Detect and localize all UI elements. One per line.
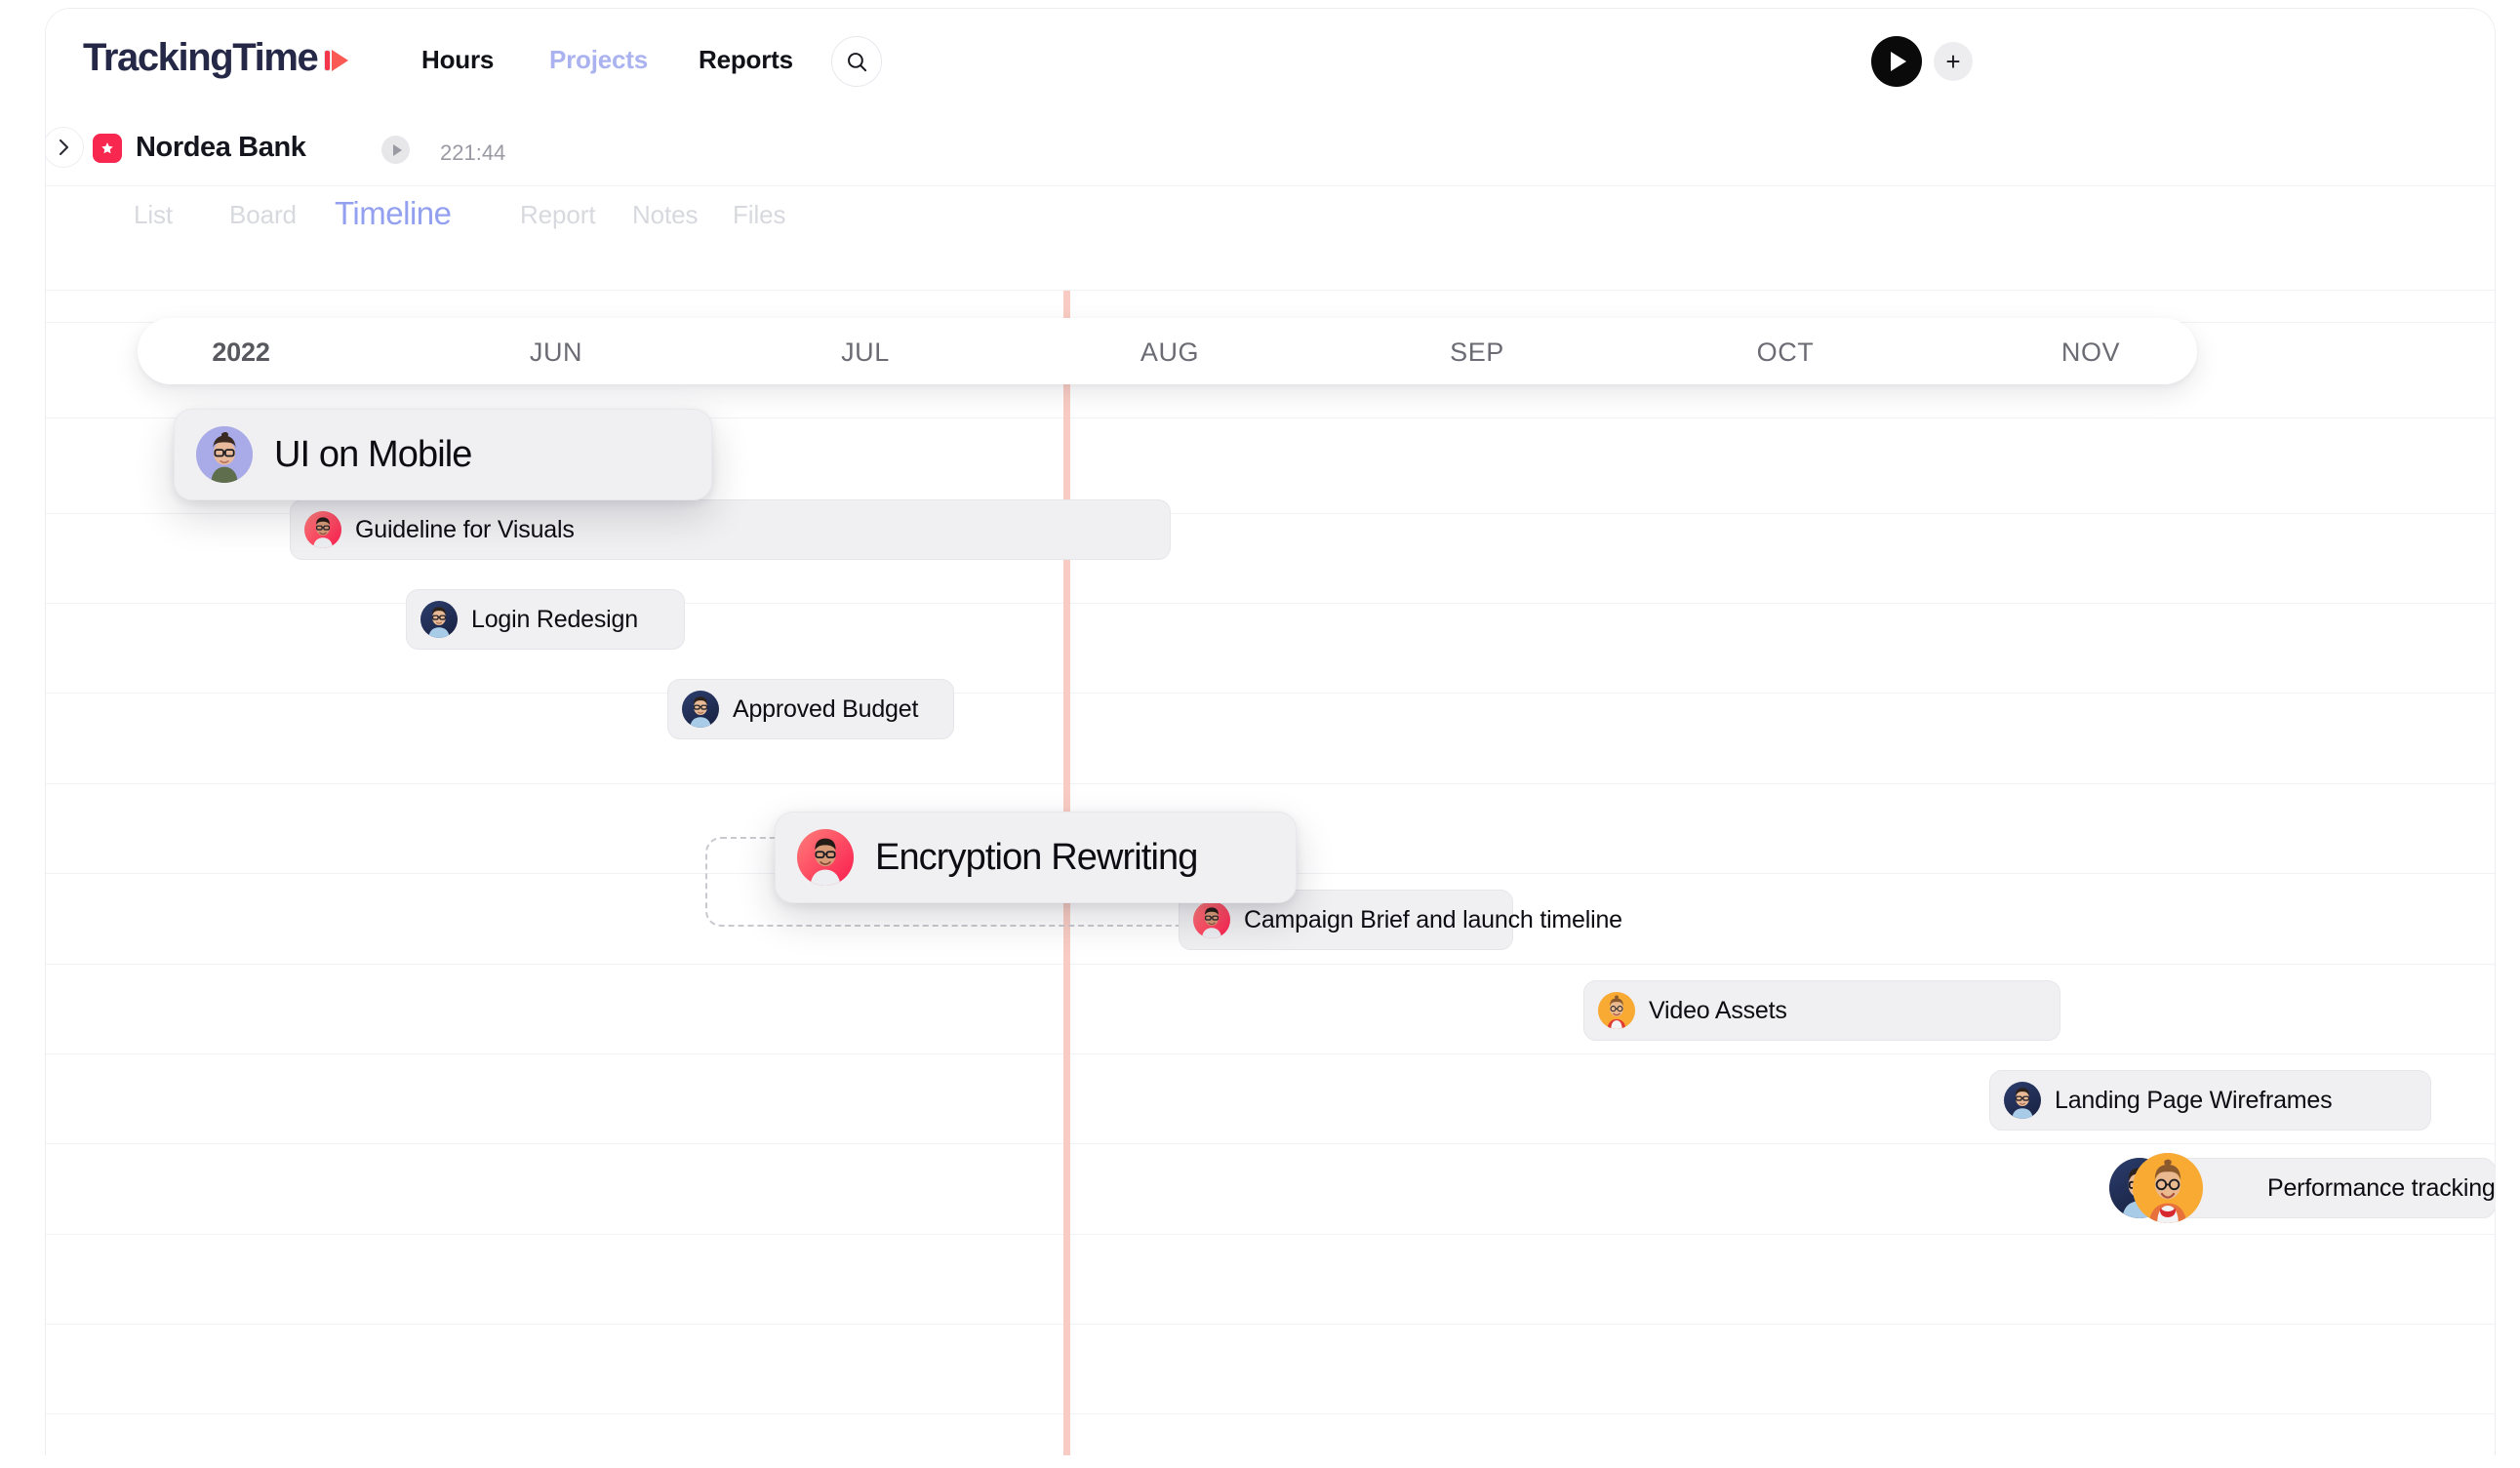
tab-report[interactable]: Report (520, 200, 596, 230)
timeline-month-sep: SEP (1450, 337, 1504, 367)
timeline-month-scale[interactable]: 2022 JUN JUL AUG SEP OCT NOV (138, 318, 2197, 384)
timeline-month-jul: JUL (841, 337, 890, 367)
task-label: Login Redesign (471, 605, 638, 633)
nav-item-hours[interactable]: Hours (421, 45, 494, 75)
task-bar-ui-on-mobile[interactable]: UI on Mobile (174, 409, 712, 500)
task-bar-login-redesign[interactable]: Login Redesign (406, 589, 685, 650)
tab-timeline[interactable]: Timeline (335, 195, 452, 232)
top-navigation-bar: TrackingTime Hours Projects Reports + (46, 9, 2495, 110)
avatar-man-navy (420, 601, 458, 638)
task-label: Video Assets (1649, 996, 1787, 1024)
grid-line (46, 1324, 2495, 1325)
play-icon (392, 143, 402, 156)
play-icon (1891, 52, 1906, 71)
timeline-month-oct: OCT (1756, 337, 1815, 367)
logo-mark-icon (324, 48, 349, 73)
project-tracked-time: 221:44 (440, 140, 506, 165)
grid-line (46, 1143, 2495, 1144)
avatar-woman-purple (196, 426, 253, 483)
page-title: Nordea Bank (136, 132, 306, 163)
task-label: Encryption Rewriting (875, 836, 1198, 878)
start-timer-button[interactable] (1871, 36, 1922, 87)
nav-item-projects[interactable]: Projects (549, 45, 648, 75)
avatar-woman-orange (2133, 1153, 2203, 1223)
avatar-man-red (797, 829, 854, 886)
task-bar-encryption-rewriting[interactable]: Encryption Rewriting (775, 812, 1297, 903)
timeline-month-aug: AUG (1140, 337, 1200, 367)
tab-board[interactable]: Board (229, 200, 297, 230)
task-bar-guideline-for-visuals[interactable]: Guideline for Visuals (290, 499, 1171, 560)
timeline-canvas[interactable]: 2022 JUN JUL AUG SEP OCT NOV UI on Mobil… (46, 290, 2495, 1455)
app-window: TrackingTime Hours Projects Reports + No… (45, 8, 2496, 1455)
timeline-year-label: 2022 (212, 337, 270, 367)
avatar-woman-orange (1598, 992, 1635, 1029)
grid-line (46, 1413, 2495, 1414)
grid-line (46, 1234, 2495, 1235)
grid-line (46, 783, 2495, 784)
app-logo[interactable]: TrackingTime (83, 36, 349, 80)
nav-item-reports[interactable]: Reports (699, 45, 793, 75)
tab-list[interactable]: List (134, 200, 173, 230)
task-label: Performance tracking (2267, 1173, 2496, 1202)
project-start-timer-button[interactable] (381, 136, 410, 164)
project-badge (93, 134, 122, 163)
timeline-month-nov: NOV (2060, 337, 2121, 367)
add-button[interactable]: + (1934, 42, 1973, 81)
chevron-right-icon (59, 139, 68, 156)
view-tabs: List Board Timeline Report Notes Files (46, 186, 2495, 264)
expand-sidebar-button[interactable] (46, 127, 84, 168)
task-bar-performance-tracking[interactable]: Performance tracking (2109, 1153, 2496, 1223)
avatar-man-navy (2004, 1082, 2041, 1119)
avatar-man-red (1193, 901, 1230, 938)
timeline-month-jun: JUN (529, 337, 583, 367)
grid-line (46, 964, 2495, 965)
breadcrumb: Nordea Bank 221:44 (46, 110, 2495, 186)
plus-icon: + (1945, 47, 1961, 76)
tab-notes[interactable]: Notes (632, 200, 699, 230)
star-icon (101, 142, 113, 154)
task-label: Landing Page Wireframes (2055, 1086, 2333, 1114)
task-label: UI on Mobile (274, 433, 472, 475)
grid-line (46, 693, 2495, 694)
task-label: Guideline for Visuals (355, 515, 575, 543)
task-label: Campaign Brief and launch timeline (1244, 905, 1622, 933)
search-button[interactable] (831, 36, 882, 87)
avatar-man-red (304, 511, 341, 548)
avatar-group (2109, 1153, 2267, 1223)
task-label: Approved Budget (733, 694, 919, 723)
tab-files[interactable]: Files (733, 200, 786, 230)
task-bar-landing-page-wireframes[interactable]: Landing Page Wireframes (1989, 1070, 2431, 1131)
grid-line (46, 1053, 2495, 1054)
task-bar-approved-budget[interactable]: Approved Budget (667, 679, 954, 739)
logo-wordmark: TrackingTime (83, 36, 319, 79)
avatar-man-navy (682, 691, 719, 728)
search-icon (847, 52, 866, 71)
task-bar-video-assets[interactable]: Video Assets (1583, 980, 2060, 1041)
